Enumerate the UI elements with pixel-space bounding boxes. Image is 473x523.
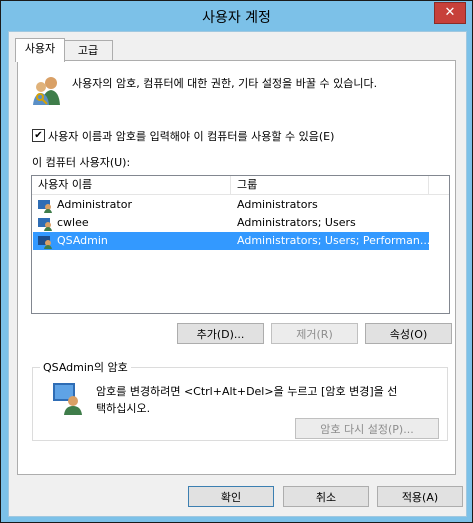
password-user-icon: [53, 383, 82, 415]
tab-users-label: 사용자: [24, 42, 56, 55]
column-header-group[interactable]: 그룹: [231, 176, 429, 194]
dialog-client-area: 사용자 고급 사용자의 암호, 컴퓨터에 대한 권한, 기타 설정을 바꿀 수 …: [8, 31, 467, 517]
checkmark-icon: ✔: [34, 130, 43, 141]
window-title: 사용자 계정: [202, 10, 271, 26]
require-login-checkbox[interactable]: ✔: [32, 129, 45, 142]
users-list-label: 이 컴퓨터 사용자(U):: [32, 156, 131, 169]
users-tab-panel: 사용자의 암호, 컴퓨터에 대한 권한, 기타 설정을 바꿀 수 있습니다. ✔…: [17, 60, 456, 475]
user-icon: [38, 200, 52, 213]
user-icon: [38, 218, 52, 231]
user-groups: Administrators; Users: [237, 216, 356, 229]
close-button[interactable]: ✕: [434, 2, 466, 24]
intro-text: 사용자의 암호, 컴퓨터에 대한 권한, 기타 설정을 바꿀 수 있습니다.: [72, 77, 378, 90]
remove-user-button[interactable]: 제거(R): [271, 323, 358, 344]
tab-users[interactable]: 사용자: [15, 38, 65, 62]
tab-advanced[interactable]: 고급: [63, 40, 113, 61]
ok-button[interactable]: 확인: [188, 486, 274, 507]
user-accounts-window: 사용자 계정 ✕ 사용자 고급 사용자의 암호, 컴퓨터에 대한 권한, 기타 …: [0, 0, 473, 523]
users-listview[interactable]: 사용자 이름 그룹 Administrator Administrators c…: [31, 175, 450, 314]
apply-button[interactable]: 적용(A): [377, 486, 463, 507]
users-icon: [33, 77, 60, 105]
password-description-line1: 암호를 변경하려면 <Ctrl+Alt+Del>을 누르고 [암호 변경]을 선: [96, 385, 398, 398]
properties-button[interactable]: 속성(O): [365, 323, 452, 344]
require-login-label[interactable]: 사용자 이름과 암호를 입력해야 이 컴퓨터를 사용할 수 있음(E): [48, 128, 334, 144]
title-bar[interactable]: 사용자 계정 ✕: [1, 1, 472, 31]
user-name: QSAdmin: [57, 234, 108, 247]
user-row-administrator[interactable]: Administrator Administrators: [33, 196, 429, 214]
reset-password-button[interactable]: 암호 다시 설정(P)...: [295, 418, 439, 439]
close-icon: ✕: [444, 5, 456, 20]
user-row-cwlee[interactable]: cwlee Administrators; Users: [33, 214, 429, 232]
password-description-line2: 택하십시오.: [96, 402, 151, 415]
add-user-button[interactable]: 추가(D)...: [177, 323, 264, 344]
user-name: Administrator: [57, 198, 132, 211]
user-row-qsadmin[interactable]: QSAdmin Administrators; Users; Performan…: [33, 232, 429, 250]
user-name: cwlee: [57, 216, 89, 229]
user-icon: [38, 236, 52, 249]
listview-header: 사용자 이름 그룹: [32, 176, 449, 195]
tab-advanced-label: 고급: [77, 44, 99, 57]
password-group-title: QSAdmin의 암호: [40, 359, 131, 375]
user-groups: Administrators; Users; Performan...: [237, 234, 429, 247]
cancel-button[interactable]: 취소: [283, 486, 369, 507]
column-header-username[interactable]: 사용자 이름: [32, 176, 231, 194]
user-groups: Administrators: [237, 198, 318, 211]
